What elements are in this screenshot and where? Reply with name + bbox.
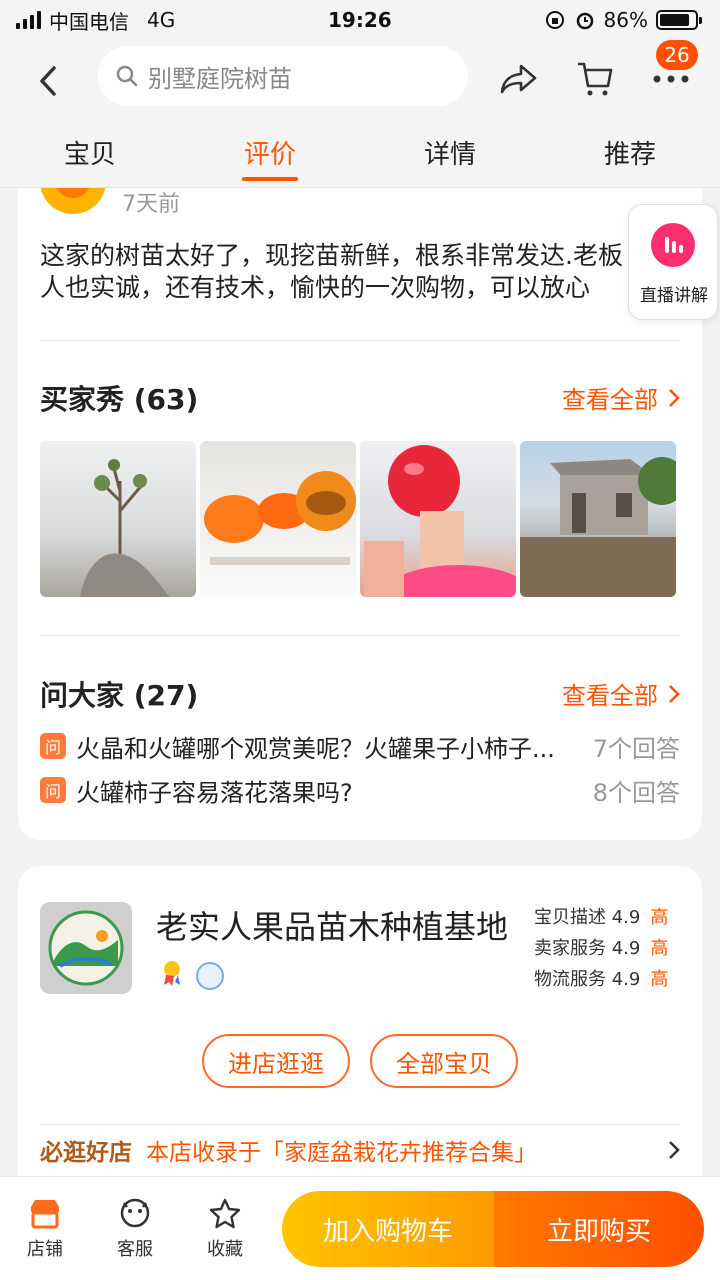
rating-score: 4.9 [611, 907, 641, 928]
carrier-label: 中国电信 [49, 9, 129, 34]
buyer-photo[interactable] [200, 441, 356, 597]
buyer-photo[interactable] [360, 441, 516, 597]
buyer-photo[interactable] [520, 441, 676, 597]
qa-answer-count: 7个回答 [592, 734, 680, 763]
rating-level: 高 [650, 907, 669, 928]
search-bar[interactable]: 别墅庭院树苗 [98, 46, 468, 106]
chevron-right-icon [669, 684, 680, 703]
clock: 19:26 [328, 8, 392, 32]
question-icon: 问 [40, 733, 66, 759]
rating-score: 4.9 [611, 938, 641, 959]
rotation-lock-icon [545, 11, 564, 29]
buyer-photos [40, 441, 676, 597]
shop-card: 老实人果品苗木种植基地 宝贝描述 4.9 高 卖家服务 4.9 高 物流服务 4.9… [18, 866, 702, 1176]
review-text-line: 这家的树苗太好了，现挖苗新鲜，根系非常发达.老板 [40, 241, 623, 270]
review-text-line: 人也实诚，还有技术，愉快的一次购物，可以放心 [40, 273, 591, 302]
shop-logo[interactable] [40, 902, 132, 994]
reviewer-avatar [40, 188, 106, 214]
question-icon: 问 [40, 777, 66, 803]
rating-level: 高 [650, 969, 669, 990]
shop-ratings: 宝贝描述 4.9 高 卖家服务 4.9 高 物流服务 4.9 高 [534, 902, 668, 995]
qa-question: 火罐柿子容易落花落果吗? [76, 778, 353, 807]
see-all-label: 查看全部 [562, 682, 658, 710]
live-label: 直播讲解 [640, 286, 708, 306]
live-explain-button[interactable]: 直播讲解 [628, 204, 718, 320]
battery-percent: 86% [603, 8, 648, 32]
divider [40, 635, 680, 636]
battery-icon [656, 10, 702, 30]
rating-label: 物流服务 [534, 969, 606, 990]
top-bar: 别墅庭院树苗 26 [0, 40, 720, 122]
alarm-icon [576, 12, 593, 30]
qa-answer-count: 8个回答 [592, 778, 680, 807]
share-icon [500, 64, 537, 94]
rating-level: 高 [650, 938, 669, 959]
review-text[interactable]: 这家的树苗太好了，现挖苗新鲜，根系非常发达.老板 人也实诚，还有技术，愉快的一次… [40, 240, 680, 304]
customer-service-button[interactable]: 客服 [100, 1197, 170, 1261]
qa-item[interactable]: 问 火罐柿子容易落花落果吗? 8个回答 [40, 770, 680, 810]
crown-badge-icon [196, 962, 224, 990]
chevron-right-icon [669, 388, 680, 407]
tab-item[interactable]: 宝贝 [0, 122, 180, 187]
network-label: 4G [147, 8, 176, 32]
status-bar: 中国电信 4G 19:26 86% [0, 0, 720, 40]
tab-details[interactable]: 详情 [360, 122, 540, 187]
bottom-action-bar: 店铺 客服 收藏 加入购物车 立即购买 [0, 1176, 720, 1280]
all-items-button[interactable]: 全部宝贝 [370, 1034, 518, 1088]
qa-title: 问大家 (27) [40, 679, 199, 712]
buyer-show-see-all[interactable]: 查看全部 [562, 380, 680, 415]
signal-icon [16, 11, 41, 29]
star-icon [209, 1198, 241, 1229]
enter-shop-button[interactable]: 进店逛逛 [202, 1034, 350, 1088]
live-icon [651, 223, 695, 267]
qa-question: 火晶和火罐哪个观赏美呢？火罐果子小柿子... [76, 734, 555, 763]
search-icon [116, 65, 138, 87]
back-arrow-icon [40, 66, 56, 96]
share-button[interactable] [496, 56, 542, 102]
reviews-card: 7天前 这家的树苗太好了，现挖苗新鲜，根系非常发达.老板 人也实诚，还有技术，愉… [18, 188, 702, 840]
favorite-label: 收藏 [207, 1239, 243, 1260]
see-all-label: 查看全部 [562, 386, 658, 414]
promo-text: 本店收录于「家庭盆栽花卉推荐合集」 [146, 1139, 537, 1166]
rating-row: 物流服务 4.9 高 [534, 964, 668, 995]
more-icon [653, 75, 689, 83]
divider [40, 340, 680, 341]
add-to-cart-button[interactable]: 加入购物车 [282, 1191, 494, 1267]
review-time: 7天前 [122, 192, 180, 217]
shop-name[interactable]: 老实人果品苗木种植基地 [156, 902, 508, 948]
rating-row: 卖家服务 4.9 高 [534, 933, 668, 964]
tab-recommend[interactable]: 推荐 [540, 122, 720, 187]
shop-promo-banner[interactable]: 必逛好店 本店收录于「家庭盆栽花卉推荐合集」 [40, 1124, 680, 1174]
chevron-right-icon [669, 1140, 680, 1159]
rating-score: 4.9 [611, 969, 641, 990]
shop-nav-button[interactable]: 店铺 [10, 1197, 80, 1261]
buy-now-button[interactable]: 立即购买 [494, 1191, 704, 1267]
favorite-button[interactable]: 收藏 [190, 1197, 260, 1261]
service-label: 客服 [117, 1239, 153, 1260]
promo-tag: 必逛好店 [40, 1139, 132, 1166]
medal-icon [164, 961, 180, 986]
tab-reviews[interactable]: 评价 [180, 122, 360, 187]
cart-button[interactable] [572, 56, 618, 102]
search-placeholder: 别墅庭院树苗 [148, 64, 292, 93]
store-icon [31, 1200, 59, 1229]
qa-item[interactable]: 问 火晶和火罐哪个观赏美呢？火罐果子小柿子... 7个回答 [40, 726, 680, 766]
back-button[interactable] [18, 51, 78, 111]
buyer-show-title: 买家秀 (63) [40, 383, 199, 416]
message-badge: 26 [656, 40, 698, 70]
rating-label: 宝贝描述 [534, 907, 606, 928]
shop-nav-label: 店铺 [27, 1239, 63, 1260]
tab-bar: 宝贝 评价 详情 推荐 [0, 122, 720, 188]
cart-icon [578, 62, 613, 96]
buyer-photo[interactable] [40, 441, 196, 597]
rating-row: 宝贝描述 4.9 高 [534, 902, 668, 933]
chat-icon [120, 1198, 150, 1228]
qa-see-all[interactable]: 查看全部 [562, 676, 680, 711]
rating-label: 卖家服务 [534, 938, 606, 959]
